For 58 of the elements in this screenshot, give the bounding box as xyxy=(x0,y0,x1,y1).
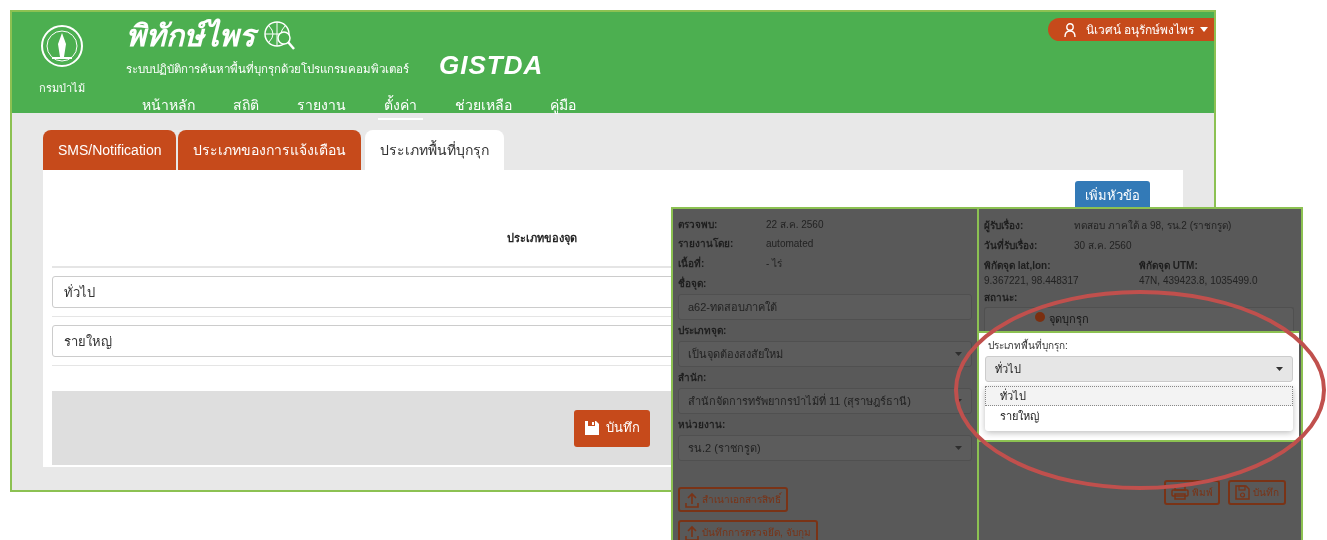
field-label: พิกัดจุด UTM: xyxy=(1139,259,1199,273)
dropdown-option[interactable]: รายใหญ่ xyxy=(985,406,1293,426)
tab[interactable]: ประเภทของการแจ้งเตือน xyxy=(178,130,362,170)
field-label: ผู้รับเรื่อง: xyxy=(984,217,1025,233)
field-label: ประเภทจุด: xyxy=(678,323,728,338)
field-label: ตรวจพบ: xyxy=(678,218,719,233)
button-label: พิมพ์ xyxy=(1192,486,1213,500)
upload-icon xyxy=(685,491,699,508)
button-label: บันทึก xyxy=(1253,486,1279,500)
column-header: ประเภทของจุด xyxy=(507,231,577,247)
text-field[interactable]: a62-ทดสอบภาคใต้ xyxy=(678,293,972,320)
select-field[interactable]: รน.2 (ราชกรูด) xyxy=(678,434,972,461)
caret-icon xyxy=(955,445,962,450)
field-label: ประเภทพื้นที่บุกรุก: xyxy=(988,338,1068,353)
button-label: บันทึกการตรวจยึด, จับกุม xyxy=(702,526,811,540)
save-label: บันทึก xyxy=(606,419,640,438)
select-value: รน.2 (ราชกรูด) xyxy=(688,440,761,457)
emblem-icon xyxy=(40,24,84,68)
field-label: รายงานโดย: xyxy=(678,237,735,252)
tab[interactable]: SMS/Notification xyxy=(43,130,177,170)
field-label: พิกัดจุด lat,lon: xyxy=(984,259,1052,273)
nav-link[interactable]: รายงาน xyxy=(291,95,352,120)
field-label: สถานะ: xyxy=(984,291,1019,305)
select-value: จุดบุกรุก xyxy=(1049,312,1089,326)
nav-link[interactable]: ตั้งค่า xyxy=(378,95,423,120)
field-label: ชื่อจุด: xyxy=(678,275,708,291)
select-field[interactable]: เป็นจุดต้องสงสัยใหม่ xyxy=(678,340,972,367)
partner-logo: GISTDA xyxy=(439,49,544,82)
user-icon xyxy=(1063,22,1076,37)
field-label: เนื้อที่: xyxy=(678,255,706,271)
tab[interactable]: ประเภทพื้นที่บุกรุก xyxy=(365,130,505,170)
select-field[interactable]: จุดบุกรุก xyxy=(984,307,1294,331)
field-label: วันที่รับเรื่อง: xyxy=(984,237,1039,253)
caret-icon xyxy=(1276,367,1283,371)
button-label: สำเนาเอกสารสิทธิ์ xyxy=(702,492,781,507)
save-icon xyxy=(584,420,600,436)
caret-icon xyxy=(955,351,962,356)
dropdown-option[interactable]: ทั่วไป xyxy=(985,386,1293,406)
nav-link[interactable]: ช่วยเหลือ xyxy=(449,95,518,120)
field-label: หน่วยงาน: xyxy=(678,417,727,432)
nav-link[interactable]: หน้าหลัก xyxy=(136,95,201,120)
app-subtitle: ระบบปฏิบัติการค้นหาพื้นที่บุกรุกด้วยโปรแกรมคอมพิวเตอร์ xyxy=(126,60,409,78)
nav-link[interactable]: คู่มือ xyxy=(544,95,582,120)
upload-icon xyxy=(685,524,699,540)
nav-link[interactable]: สถิติ xyxy=(227,95,265,120)
status-dot-icon xyxy=(1035,312,1045,322)
caret-icon xyxy=(1200,27,1208,32)
field-label: สำนัก: xyxy=(678,370,708,385)
save-icon xyxy=(1235,485,1250,500)
select-value: ทั่วไป xyxy=(995,360,1021,377)
agency-label: กรมป่าไม้ xyxy=(39,81,85,96)
select-field[interactable]: สำนักจัดการทรัพยากรป่าไม้ที่ 11 (สุราษฎร์ธานี) xyxy=(678,387,972,414)
save-button[interactable]: บันทึก xyxy=(574,409,650,447)
user-menu-button[interactable]: นิเวศน์ อนุรักษ์พงไพร xyxy=(1047,18,1214,41)
globe-search-icon xyxy=(263,20,297,52)
select-field[interactable]: ทั่วไป xyxy=(985,356,1293,382)
printer-icon xyxy=(1171,485,1189,500)
user-name: นิเวศน์ อนุรักษ์พงไพร xyxy=(1085,21,1194,39)
